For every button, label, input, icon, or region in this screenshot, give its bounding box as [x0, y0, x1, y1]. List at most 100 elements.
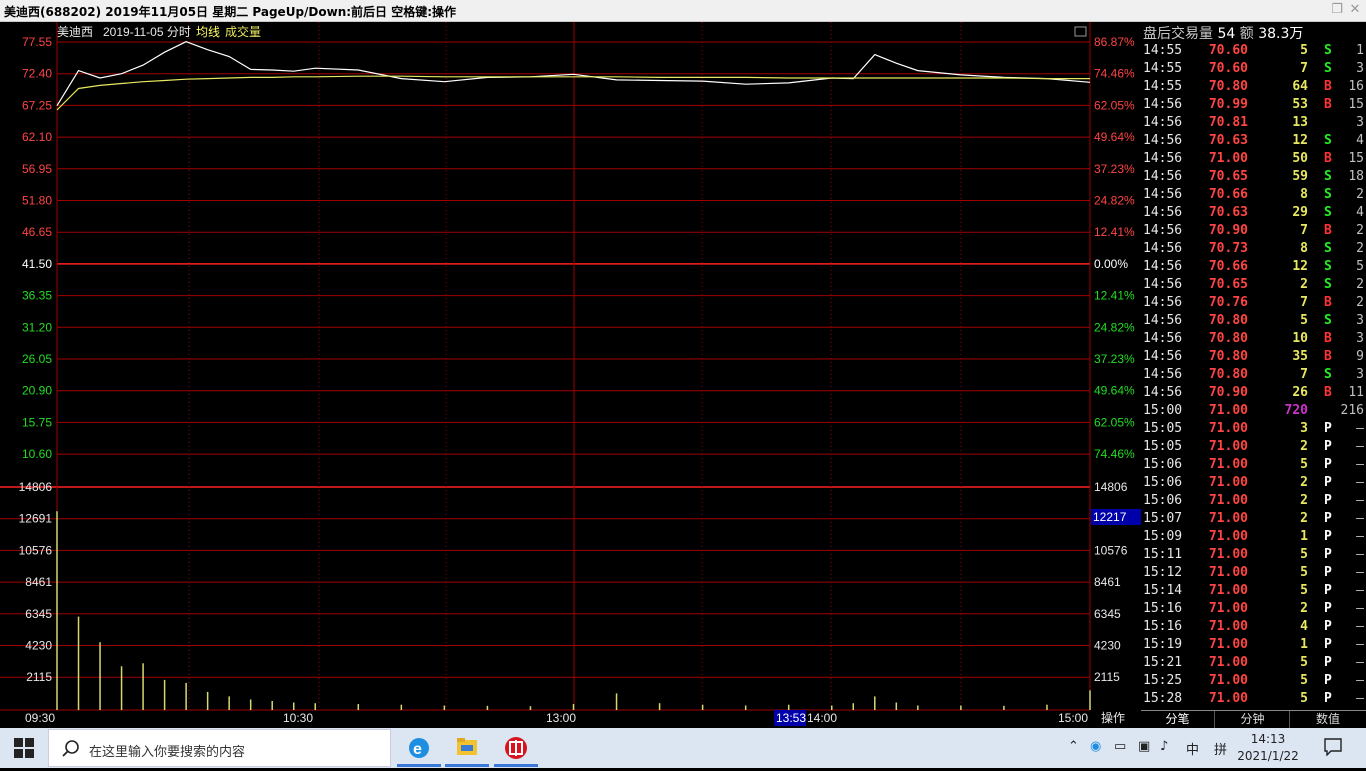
taskbar-clock[interactable]: 14:13 2021/1/22 — [1236, 731, 1300, 765]
tick-volume: 7 — [1300, 61, 1308, 76]
tick-row[interactable]: 14:56 70.65 2 S 2 — [1141, 276, 1366, 294]
tick-count: 18 — [1348, 169, 1364, 184]
edge-tray-icon[interactable]: ◉ — [1090, 739, 1101, 754]
pct-tick-right: 49.64% — [1094, 130, 1135, 144]
tick-row[interactable]: 14:56 70.90 7 B 2 — [1141, 222, 1366, 240]
tick-price: 70.73 — [1208, 241, 1248, 256]
ime-indicator[interactable]: 中 — [1186, 739, 1199, 758]
pct-tick-right: 86.87% — [1094, 35, 1135, 49]
volume-icon[interactable]: ♪ — [1160, 739, 1168, 754]
tick-row[interactable]: 15:16 71.00 2 P — — [1141, 600, 1366, 618]
tick-price: 71.00 — [1208, 637, 1248, 652]
tick-time: 14:56 — [1143, 151, 1183, 166]
tick-time: 15:11 — [1143, 547, 1183, 562]
tick-row[interactable]: 15:06 71.00 5 P — — [1141, 456, 1366, 474]
tick-volume: 59 — [1292, 169, 1308, 184]
tick-row[interactable]: 15:06 71.00 2 P — — [1141, 492, 1366, 510]
tick-row[interactable]: 15:21 71.00 5 P — — [1141, 654, 1366, 672]
tick-count: 3 — [1356, 313, 1364, 328]
tick-price: 71.00 — [1208, 565, 1248, 580]
tick-row[interactable]: 15:05 71.00 2 P — — [1141, 438, 1366, 456]
network-icon[interactable]: ▣ — [1138, 739, 1150, 754]
ops-button[interactable]: 操作 — [1101, 710, 1125, 725]
taskbar-search[interactable]: 在这里输入你要搜索的内容 — [48, 729, 391, 767]
tick-flag: P — [1324, 619, 1332, 634]
tick-row[interactable]: 14:56 70.65 59 S 18 — [1141, 168, 1366, 186]
tick-row[interactable]: 15:12 71.00 5 P — — [1141, 564, 1366, 582]
tick-row[interactable]: 14:56 70.80 35 B 9 — [1141, 348, 1366, 366]
tab-values[interactable]: 数值 — [1291, 711, 1365, 728]
tick-row[interactable]: 14:56 70.81 13 3 — [1141, 114, 1366, 132]
tick-price: 71.00 — [1208, 655, 1248, 670]
price-tick-left: 31.20 — [22, 320, 52, 334]
tick-price: 70.65 — [1208, 277, 1248, 292]
tick-time: 14:55 — [1143, 61, 1183, 76]
tick-count: 15 — [1348, 151, 1364, 166]
citic-securities-icon[interactable] — [494, 729, 538, 767]
tick-row[interactable]: 14:56 71.00 50 B 15 — [1141, 150, 1366, 168]
ie-icon[interactable]: e — [397, 729, 441, 767]
tick-row[interactable]: 14:56 70.66 12 S 5 — [1141, 258, 1366, 276]
tick-row[interactable]: 15:16 71.00 4 P — — [1141, 618, 1366, 636]
tick-row[interactable]: 15:09 71.00 1 P — — [1141, 528, 1366, 546]
tick-row[interactable]: 15:11 71.00 5 P — — [1141, 546, 1366, 564]
tick-row[interactable]: 14:56 70.66 8 S 2 — [1141, 186, 1366, 204]
tick-row[interactable]: 15:25 71.00 5 P — — [1141, 672, 1366, 690]
tick-row[interactable]: 14:56 70.80 5 S 3 — [1141, 312, 1366, 330]
tick-row[interactable]: 14:56 70.73 8 S 2 — [1141, 240, 1366, 258]
intraday-chart[interactable]: 77.55 86.87% 72.40 74.46% 67.25 62.05% 62.10 49… — [0, 22, 1141, 728]
battery-icon[interactable]: ▭ — [1114, 739, 1126, 754]
after-hours-volume: 54 — [1217, 26, 1236, 42]
pct-tick-right: 24.82% — [1094, 320, 1135, 334]
tab-ticks[interactable]: 分笔 — [1141, 711, 1215, 728]
tick-row[interactable]: 15:07 71.00 2 P — — [1141, 510, 1366, 528]
tick-row[interactable]: 14:56 70.80 10 B 3 — [1141, 330, 1366, 348]
tick-row[interactable]: 15:05 71.00 3 P — — [1141, 420, 1366, 438]
tick-row[interactable]: 15:14 71.00 5 P — — [1141, 582, 1366, 600]
pct-tick-right: 12.41% — [1094, 225, 1135, 239]
tick-row[interactable]: 14:56 70.63 29 S 4 — [1141, 204, 1366, 222]
tick-row[interactable]: 14:56 70.76 7 B 2 — [1141, 294, 1366, 312]
chart-vol-label: 成交量 — [225, 24, 261, 39]
tick-time: 15:00 — [1143, 403, 1183, 418]
tick-row[interactable]: 14:56 70.90 26 B 11 — [1141, 384, 1366, 402]
tick-row[interactable]: 15:28 71.00 5 P — — [1141, 690, 1366, 708]
windows-start-icon[interactable] — [14, 738, 34, 758]
tab-minutes[interactable]: 分钟 — [1216, 711, 1290, 728]
tick-price: 70.63 — [1208, 133, 1248, 148]
tick-row[interactable]: 14:55 70.60 5 S 1 — [1141, 42, 1366, 60]
close-icon[interactable]: ✕ — [1346, 2, 1364, 17]
volume-tick-right: 6345 — [1094, 607, 1121, 621]
time-tick: 09:30 — [25, 711, 55, 725]
tick-price: 71.00 — [1208, 151, 1248, 166]
tick-price: 71.00 — [1208, 673, 1248, 688]
tick-price: 70.80 — [1208, 367, 1248, 382]
notification-icon[interactable] — [1324, 738, 1342, 756]
tick-row[interactable]: 14:56 70.63 12 S 4 — [1141, 132, 1366, 150]
tick-volume: 35 — [1292, 349, 1308, 364]
ime-mode-indicator[interactable]: 拼 — [1214, 739, 1227, 758]
tick-row[interactable]: 14:55 70.80 64 B 16 — [1141, 78, 1366, 96]
tick-count: 16 — [1348, 79, 1364, 94]
price-tick-left: 41.50 — [22, 257, 52, 271]
tick-time: 15:14 — [1143, 583, 1183, 598]
tick-row[interactable]: 14:55 70.60 7 S 3 — [1141, 60, 1366, 78]
after-hours-volume-label: 盘后交易量 — [1143, 26, 1213, 42]
tick-volume: 7 — [1300, 223, 1308, 238]
tick-flag: B — [1324, 79, 1332, 94]
file-explorer-icon[interactable] — [445, 729, 489, 767]
tick-row[interactable]: 15:00 71.00 720 216 — [1141, 402, 1366, 420]
volume-tick-right: 14806 — [1094, 480, 1128, 494]
tick-row[interactable]: 15:19 71.00 1 P — — [1141, 636, 1366, 654]
restore-icon[interactable]: ❐ — [1328, 2, 1346, 17]
tick-row[interactable]: 14:56 70.80 7 S 3 — [1141, 366, 1366, 384]
after-hours-amount: 38.3万 — [1258, 26, 1304, 42]
chevron-up-icon[interactable]: ⌃ — [1068, 739, 1079, 754]
tick-time: 14:56 — [1143, 187, 1183, 202]
tick-flag: B — [1324, 151, 1332, 166]
svg-text:e: e — [413, 741, 422, 758]
tick-row[interactable]: 15:06 71.00 2 P — — [1141, 474, 1366, 492]
tick-volume: 5 — [1300, 43, 1308, 58]
tick-row[interactable]: 14:56 70.99 53 B 15 — [1141, 96, 1366, 114]
pct-tick-right: 62.05% — [1094, 415, 1135, 429]
